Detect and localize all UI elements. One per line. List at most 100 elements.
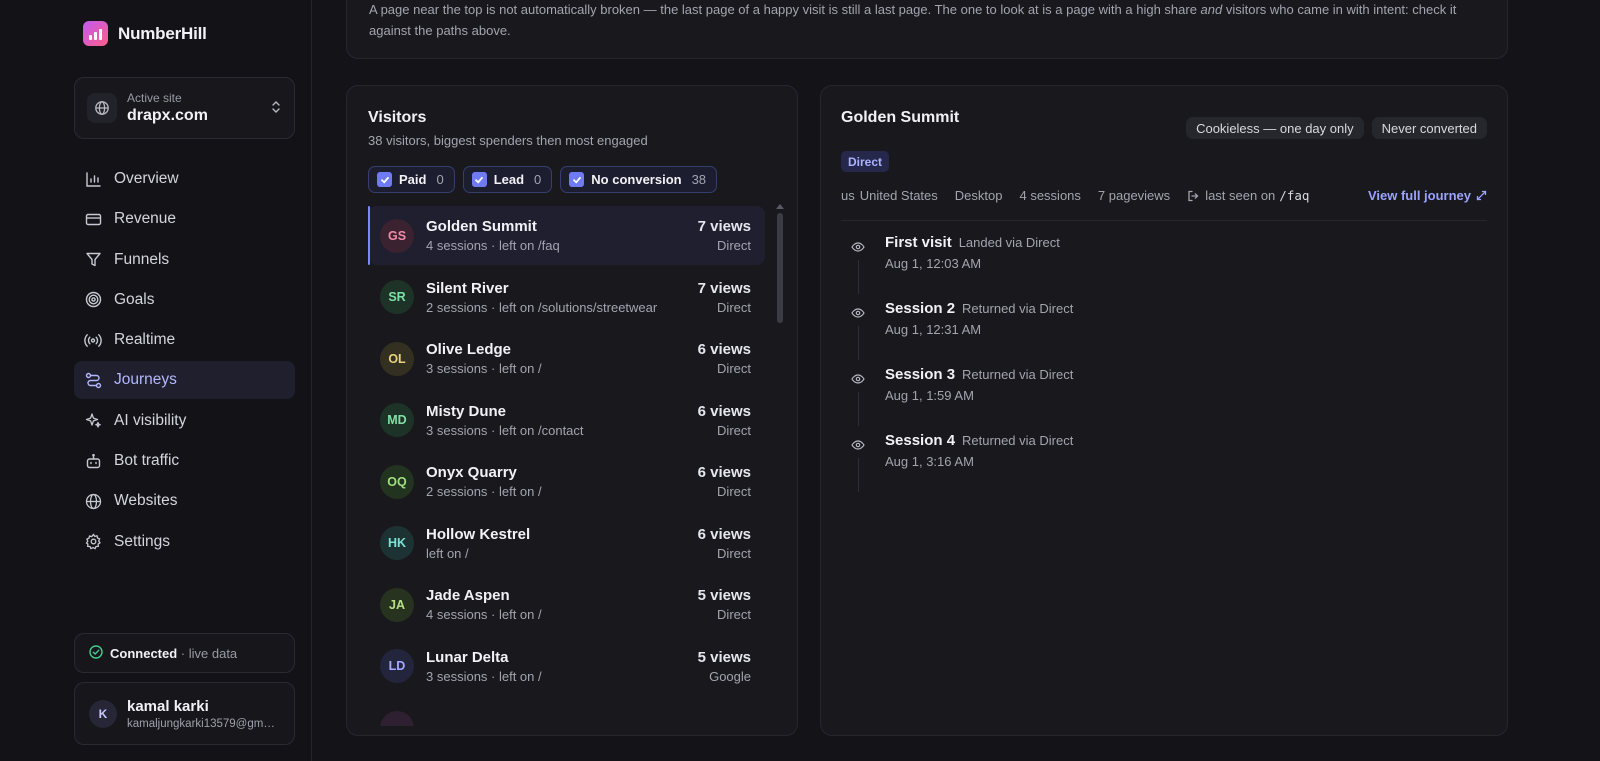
view-count: 6 views — [697, 341, 751, 358]
site-name: drapx.com — [127, 107, 208, 124]
scrollbar[interactable] — [775, 204, 785, 704]
timeline-time: Aug 1, 12:03 AM — [885, 256, 982, 271]
filter-count: 0 — [534, 172, 542, 187]
timeline-item[interactable]: Session 2 Returned via Direct Aug 1, 12:31… — [851, 300, 1451, 366]
filter-lead[interactable]: Lead 0 — [462, 166, 553, 193]
chevron-up-down-icon — [270, 100, 282, 117]
timeline-item[interactable]: First visit Landed via Direct Aug 1, 12:03… — [851, 234, 1451, 300]
status-detail: · live data — [180, 645, 238, 661]
avatar: OQ — [380, 464, 414, 499]
timeline-item[interactable]: Session 3 Returned via Direct Aug 1, 1:59 … — [851, 366, 1451, 432]
eye-icon — [851, 372, 865, 389]
route-icon — [84, 371, 102, 389]
visitor-meta: 3 sessions · left on /contact — [426, 422, 584, 438]
visitor-name: Golden Summit — [426, 218, 537, 235]
sidebar-item-settings[interactable]: Settings — [74, 523, 295, 561]
view-count: 7 views — [697, 279, 751, 297]
timeline-via: Returned via Direct — [962, 367, 1074, 382]
visitor-name: Hollow Kestrel — [426, 525, 531, 543]
visitor-meta: 4 sessions · left on /faq — [426, 238, 560, 253]
sidebar-item-label: Funnels — [114, 250, 170, 268]
visitor-row[interactable]: JA Jade Aspen 4 sessions · left on / 5 view… — [368, 575, 765, 634]
site-switcher[interactable]: Active site drapx.com — [74, 77, 295, 139]
view-count: 7 views — [697, 218, 751, 235]
traffic-source: Direct — [717, 422, 751, 438]
filter-no-conversion[interactable]: No conversion 38 — [560, 166, 718, 193]
notice-line-2: against the paths above. — [369, 23, 511, 38]
sidebar-item-label: Journeys — [114, 371, 177, 389]
timeline-time: Aug 1, 3:16 AM — [885, 454, 974, 469]
visitor-row[interactable]: LD Lunar Delta 3 sessions · left on / 5 vie… — [368, 637, 765, 696]
traffic-source: Direct — [717, 545, 751, 561]
sidebar-item-journeys[interactable]: Journeys — [74, 361, 295, 400]
visitor-meta: 2 sessions · left on /solutions/streetwe… — [426, 299, 658, 315]
traffic-source: Direct — [717, 299, 751, 315]
sidebar-item-label: Bot traffic — [114, 452, 180, 470]
avatar: JA — [380, 587, 414, 622]
country: United States — [859, 188, 938, 203]
eye-icon — [851, 240, 865, 257]
avatar: HK — [380, 526, 414, 560]
sidebar-nav: Overview Revenue Funnels Goals Realtime — [74, 160, 295, 563]
traffic-source: Google — [709, 668, 751, 684]
timeline-title: First visit — [885, 234, 952, 251]
funnel-icon — [84, 251, 102, 269]
visitor-meta: 2 sessions · left on / — [426, 484, 542, 499]
view-count: 5 views — [697, 587, 751, 604]
visitor-row[interactable]: HK Hollow Kestrel left on / 6 views Direct — [368, 514, 765, 573]
avatar: LD — [380, 649, 414, 683]
user-card[interactable]: K kamal karki kamaljungkarki13579@gmail.… — [74, 682, 295, 745]
avatar: OL — [380, 341, 414, 376]
sidebar-item-realtime[interactable]: Realtime — [74, 321, 295, 359]
sidebar-item-ai-visibility[interactable]: AI visibility — [74, 402, 295, 440]
visitor-row[interactable]: SR Silent River 2 sessions · left on /solu… — [368, 268, 765, 327]
sidebar-item-label: Settings — [114, 532, 171, 550]
avatar: GS — [380, 218, 414, 253]
status-badge: Never converted — [1371, 117, 1487, 139]
timeline-connector — [858, 392, 859, 426]
avatar: K — [89, 699, 117, 728]
visitor-row[interactable]: GS Golden Summit 4 sessions · left on /faq… — [368, 206, 765, 265]
view-count: 5 views — [697, 648, 751, 666]
eye-icon — [851, 438, 865, 455]
detail-title: Golden Summit — [841, 109, 960, 126]
device: Desktop — [954, 188, 1003, 203]
link-label: View full journey — [1367, 188, 1471, 203]
checkbox-checked-icon — [471, 172, 487, 187]
view-count: 6 views — [697, 402, 751, 420]
sidebar-item-revenue[interactable]: Revenue — [74, 200, 295, 238]
sidebar-item-overview[interactable]: Overview — [74, 160, 295, 198]
sparkle-icon — [84, 412, 102, 430]
visitor-row[interactable] — [368, 698, 765, 726]
scroll-thumb[interactable] — [777, 213, 783, 323]
timeline-item[interactable]: Session 4 Returned via Direct Aug 1, 3:16 … — [851, 432, 1451, 498]
avatar: SR — [380, 280, 414, 314]
gear-icon — [84, 533, 102, 551]
visitor-row[interactable]: OL Olive Ledge 3 sessions · left on / 6 vie… — [368, 329, 765, 388]
scroll-up-icon[interactable] — [776, 204, 784, 209]
visitor-meta: 3 sessions · left on / — [426, 668, 542, 684]
info-notice: A page near the top is not automatically… — [346, 0, 1508, 59]
visitor-row[interactable]: OQ Onyx Quarry 2 sessions · left on / 6 vie… — [368, 452, 765, 511]
detail-badges: Cookieless — one day only Never converte… — [1186, 117, 1487, 139]
filter-paid[interactable]: Paid 0 — [368, 166, 455, 193]
source-tag: Direct — [841, 151, 890, 172]
sidebar-item-bot-traffic[interactable]: Bot traffic — [74, 442, 295, 480]
timeline-time: Aug 1, 12:31 AM — [885, 322, 982, 337]
broadcast-icon — [84, 331, 102, 349]
status-badge: Cookieless — one day only — [1186, 117, 1364, 139]
sidebar-item-websites[interactable]: Websites — [74, 482, 295, 520]
visitor-row[interactable]: MD Misty Dune 3 sessions · left on /contac… — [368, 391, 765, 450]
sidebar-item-label: Overview — [114, 170, 179, 187]
view-full-journey-link[interactable]: View full journey — [1368, 188, 1487, 203]
brand-name: NumberHill — [118, 23, 207, 43]
connection-status: Connected · live data — [74, 633, 295, 673]
filter-label: No conversion — [591, 172, 682, 187]
brand[interactable]: NumberHill — [83, 21, 207, 46]
sidebar-item-goals[interactable]: Goals — [74, 281, 295, 319]
visitor-meta: left on / — [426, 545, 469, 561]
sidebar-item-label: Websites — [114, 492, 178, 510]
visitor-name: Lunar Delta — [426, 648, 509, 666]
notice-line-1: A page near the top is not automatically… — [369, 2, 1457, 17]
sidebar-item-funnels[interactable]: Funnels — [74, 241, 295, 279]
